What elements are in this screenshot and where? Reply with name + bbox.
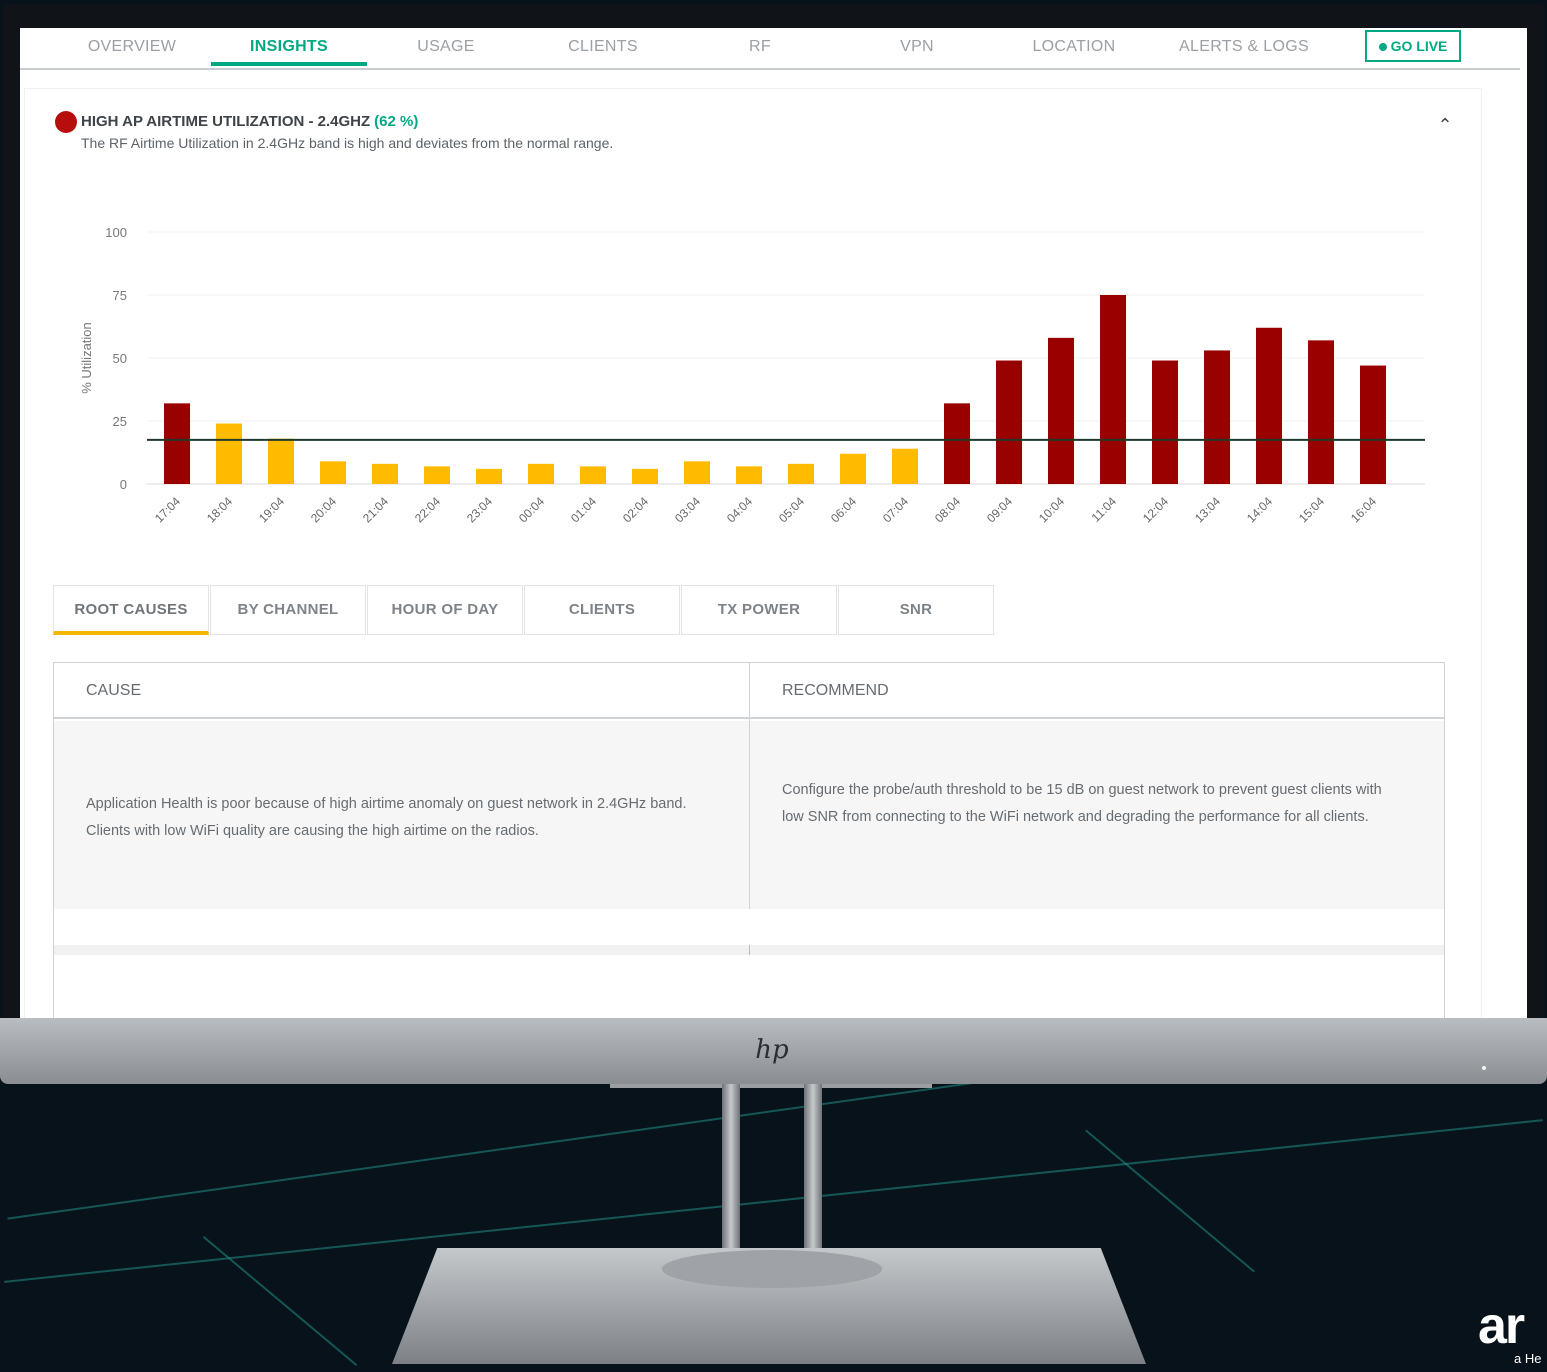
x-tick-label: 20:04 [308,494,339,525]
x-tick-label: 11:04 [1089,494,1120,525]
x-tick-label: 00:04 [516,494,547,525]
power-led-icon [1482,1066,1486,1070]
tab-rf[interactable]: RF [682,28,838,66]
hp-logo-icon: ℎ𝑝 [755,1035,789,1065]
insight-description: The RF Airtime Utilization in 2.4GHz ban… [81,135,614,151]
x-tick-label: 07:04 [880,494,911,525]
go-live-button[interactable]: GO LIVE [1365,30,1461,62]
tab-alerts-logs[interactable]: ALERTS & LOGS [1166,28,1322,66]
subtab-hour-of-day[interactable]: HOUR OF DAY [367,585,523,635]
y-axis-title: % Utilization [79,322,94,394]
top-nav: OVERVIEW INSIGHTS USAGE CLIENTS RF VPN L… [20,28,1520,70]
monitor-stand-hub [662,1250,882,1288]
column-header-cause: CAUSE [54,663,749,719]
x-tick-label: 21:04 [360,494,391,525]
chart-bar [320,461,346,484]
root-cause-table: CAUSE RECOMMEND Application Health is po… [53,662,1445,1018]
tab-clients[interactable]: CLIENTS [525,28,681,66]
insight-percent: (62 %) [374,113,419,130]
tab-overview[interactable]: OVERVIEW [54,28,210,66]
column-divider [749,945,750,955]
chart-bar [372,463,398,484]
y-tick-label: 0 [120,477,127,492]
x-tick-label: 04:04 [724,494,755,525]
chart-bar [892,448,918,484]
x-tick-label: 17:04 [152,494,183,525]
y-tick-label: 75 [113,288,127,303]
chart-bar [424,466,450,484]
chart-bar [788,463,814,484]
insight-card: HIGH AP AIRTIME UTILIZATION - 2.4GHZ (62 … [24,88,1482,1018]
chart-bar [476,468,502,484]
chart-bar [944,403,970,484]
background-line [1085,1129,1255,1273]
chart-bar [268,438,294,484]
live-dot-icon [1378,43,1387,52]
brand-logo: ar a He [1478,1296,1547,1372]
table-cell-recommend: Configure the probe/auth threshold to be… [750,721,1444,909]
chart-bar [1048,337,1074,484]
chart-bar [1100,295,1126,484]
x-tick-label: 23:04 [464,494,495,525]
brand-logo-mark: ar [1478,1297,1525,1355]
table-cell-cause: Application Health is poor because of hi… [54,721,749,909]
utilization-chart: 0 25 50 75 100 % Utilization 17:04 18:04 19:04 20… [79,225,1425,525]
x-tick-label: 15:04 [1296,494,1327,525]
severity-dot-icon [55,111,77,133]
chart-bar [996,360,1022,484]
recommend-text: Configure the probe/auth threshold to be… [782,782,1382,825]
x-tick-label: 22:04 [412,494,443,525]
x-tick-label: 19:04 [256,494,287,525]
monitor-screen: OVERVIEW INSIGHTS USAGE CLIENTS RF VPN L… [20,28,1527,1018]
x-tick-label: 01:04 [568,494,599,525]
x-tick-label: 16:04 [1348,494,1379,525]
y-tick-label: 50 [113,351,127,366]
insight-title-text: HIGH AP AIRTIME UTILIZATION - 2.4GHZ [81,113,371,130]
x-tick-label: 14:04 [1244,494,1275,525]
x-tick-label: 02:04 [620,494,651,525]
chart-bar [1360,365,1386,484]
chart-bar [684,461,710,484]
chart-bar [1204,350,1230,484]
chart-bar [216,423,242,484]
chart-bar [1308,340,1334,484]
go-live-label: GO LIVE [1390,38,1448,54]
tab-insights[interactable]: INSIGHTS [211,28,367,66]
subtab-tx-power[interactable]: TX POWER [681,585,837,635]
cause-text: Application Health is poor because of hi… [86,796,687,839]
chart-bar [736,466,762,484]
x-tick-label: 13:04 [1192,494,1223,525]
chart-bar [632,468,658,484]
background-line [202,1235,358,1367]
x-tick-label: 06:04 [828,494,859,525]
chart-bar [580,466,606,484]
chevron-up-icon[interactable]: ⌃ [1433,113,1457,137]
x-tick-label: 12:04 [1140,494,1171,525]
subtab-root-causes[interactable]: ROOT CAUSES [53,585,209,635]
column-divider [749,663,750,909]
chart-bar [528,463,554,484]
x-tick-label: 05:04 [776,494,807,525]
x-tick-label: 18:04 [204,494,235,525]
chart-bar [164,403,190,484]
subtab-by-channel[interactable]: BY CHANNEL [210,585,366,635]
tab-usage[interactable]: USAGE [368,28,524,66]
y-tick-label: 25 [113,414,127,429]
tab-vpn[interactable]: VPN [839,28,995,66]
y-tick-label: 100 [105,225,127,240]
chart-bar [1152,360,1178,484]
x-tick-label: 03:04 [672,494,703,525]
chart-bar [840,453,866,484]
subtab-clients[interactable]: CLIENTS [524,585,680,635]
x-tick-label: 10:04 [1036,494,1067,525]
column-header-recommend: RECOMMEND [750,663,1444,719]
brand-logo-subtext: a He [1514,1351,1542,1366]
insight-title: HIGH AP AIRTIME UTILIZATION - 2.4GHZ (62 … [81,113,418,130]
tab-location[interactable]: LOCATION [996,28,1152,66]
chart-bar [1256,327,1282,484]
x-tick-label: 08:04 [932,494,963,525]
x-tick-label: 09:04 [984,494,1015,525]
subtab-snr[interactable]: SNR [838,585,994,635]
